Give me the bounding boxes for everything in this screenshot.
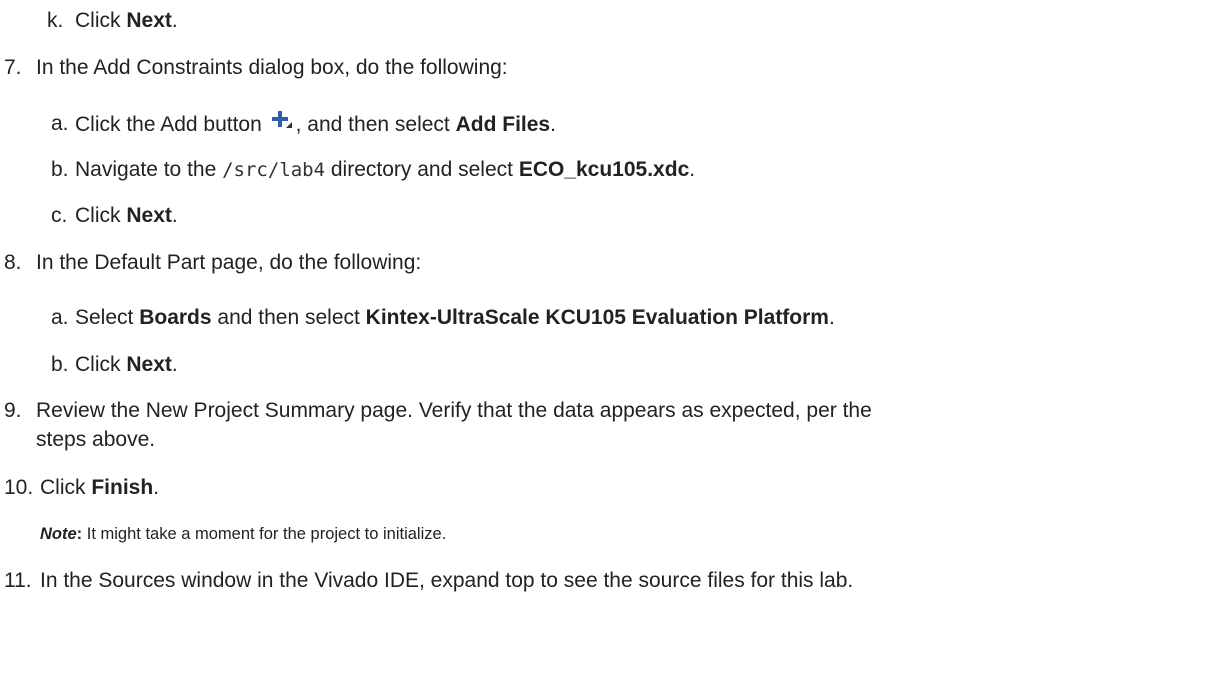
note-body: It might take a moment for the project t…: [82, 525, 447, 543]
step-10-pre: Click: [40, 476, 92, 499]
step-7a-bold: Add Files: [455, 113, 551, 136]
step-7b-post: .: [689, 158, 696, 181]
step-k-pre: Click: [75, 9, 127, 32]
step-8a-mid: and then select: [211, 306, 366, 329]
step-10-bold: Finish: [91, 476, 154, 499]
step-10-text: Click Finish.: [40, 475, 159, 501]
step-11-marker: 11.: [4, 569, 32, 592]
step-8-marker: 8.: [4, 251, 22, 274]
step-9-line1: Review the New Project Summary page. Ver…: [36, 399, 872, 422]
step-8a-bold2: Kintex-UltraScale KCU105 Evaluation Plat…: [365, 306, 829, 329]
step-7a-mid: , and then select: [295, 113, 456, 136]
step-k-marker: k.: [47, 9, 64, 32]
step-7b-mid: directory and select: [325, 158, 519, 181]
step-8a-pre: Select: [75, 306, 140, 329]
step-8a-marker: a.: [51, 306, 69, 329]
step-7a-pre: Click the Add button: [75, 113, 262, 136]
step-7b-text: Navigate to the /src/lab4 directory and …: [75, 157, 695, 183]
step-10-post: .: [153, 476, 160, 499]
step-7a-post: .: [550, 113, 556, 136]
step-7-marker: 7.: [4, 56, 22, 79]
step-9-line2: steps above.: [36, 428, 156, 451]
note-text: Note: It might take a moment for the pro…: [40, 521, 446, 547]
step-7c-pre: Click: [75, 204, 127, 227]
step-7a-marker: a.: [51, 112, 69, 135]
step-8b-pre: Click: [75, 353, 127, 376]
step-7b-code: /src/lab4: [222, 159, 326, 181]
step-8b-marker: b.: [51, 353, 69, 376]
step-k-post: .: [171, 9, 178, 32]
step-7c-bold: Next: [126, 204, 172, 227]
step-k-text: Click Next.: [75, 8, 178, 34]
step-7b-pre: Navigate to the: [75, 158, 223, 181]
step-7c-marker: c.: [51, 204, 68, 227]
step-7c-post: .: [171, 204, 178, 227]
add-plus-icon: [268, 111, 296, 133]
step-9-marker: 9.: [4, 399, 22, 422]
step-8b-bold: Next: [126, 353, 172, 376]
note-label: Note: [40, 525, 77, 543]
step-8a-post: .: [828, 306, 835, 329]
step-8b-post: .: [171, 353, 178, 376]
step-8a-text: Select Boards and then select Kintex-Ult…: [75, 305, 835, 331]
step-7a-text: Click the Add button , and then select A…: [75, 111, 556, 138]
step-7c-text: Click Next.: [75, 203, 178, 229]
step-11-text: In the Sources window in the Vivado IDE,…: [40, 569, 854, 592]
step-8-text: In the Default Part page, do the followi…: [36, 251, 422, 274]
step-k-bold: Next: [126, 9, 172, 32]
step-8b-text: Click Next.: [75, 352, 178, 378]
step-7b-marker: b.: [51, 158, 69, 181]
step-8a-bold1: Boards: [139, 306, 212, 329]
step-7-text: In the Add Constraints dialog box, do th…: [36, 56, 508, 79]
step-7b-bold: ECO_kcu105.xdc: [518, 158, 690, 181]
step-10-marker: 10.: [4, 476, 34, 499]
